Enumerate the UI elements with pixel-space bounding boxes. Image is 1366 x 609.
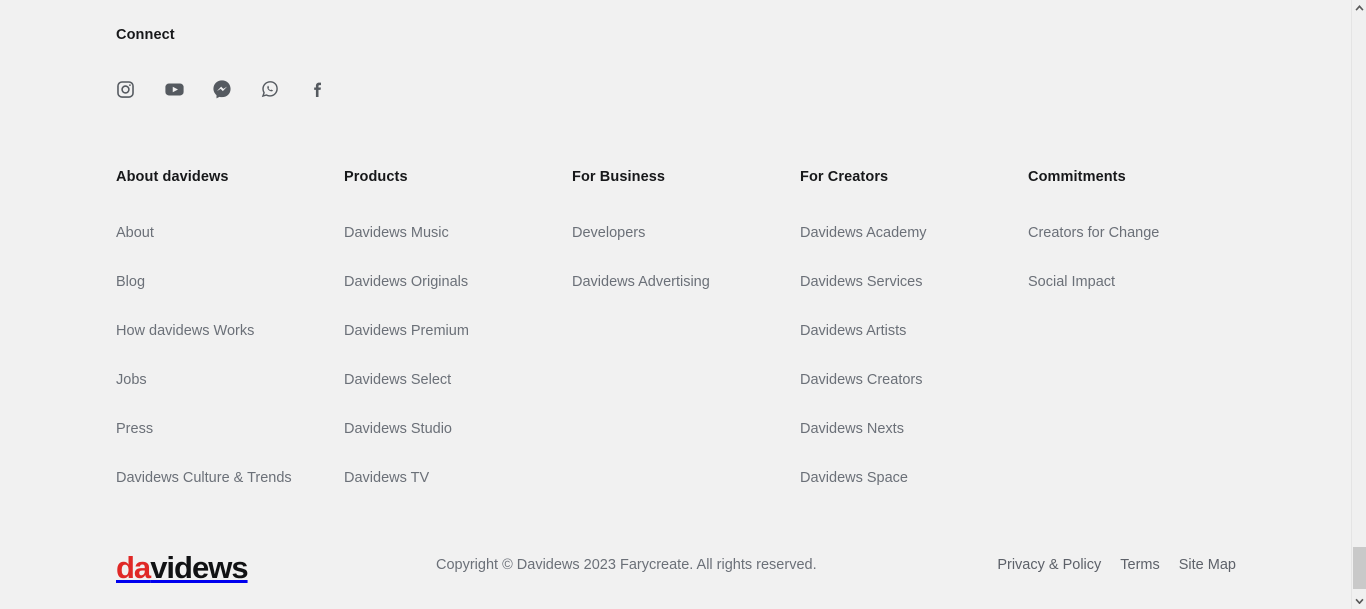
scrollbar-thumb[interactable] xyxy=(1353,547,1366,589)
footer-link-davidews-services[interactable]: Davidews Services xyxy=(800,273,1028,291)
logo-accent-text: da xyxy=(116,550,151,585)
legal-links: Privacy & Policy Terms Site Map xyxy=(997,557,1236,573)
column-title: Products xyxy=(344,169,408,185)
social-link-whatsapp[interactable] xyxy=(260,74,308,104)
footer-column-commitments: Commitments Creators for Change Social I… xyxy=(1028,168,1256,487)
footer-column-for-business: For Business Developers Davidews Adverti… xyxy=(572,168,800,487)
legal-link-site-map[interactable]: Site Map xyxy=(1179,557,1236,573)
messenger-icon xyxy=(212,79,232,99)
legal-link-privacy-policy[interactable]: Privacy & Policy xyxy=(997,557,1101,573)
footer-link-blog[interactable]: Blog xyxy=(116,273,344,291)
social-link-youtube[interactable] xyxy=(164,74,212,104)
chevron-down-icon xyxy=(1355,598,1364,604)
footer-column-about: About davidews About Blog How davidews W… xyxy=(116,168,344,487)
scroll-down-arrow-icon[interactable] xyxy=(1352,593,1366,609)
chevron-up-icon xyxy=(1355,5,1364,11)
footer-column-for-creators: For Creators Davidews Academy Davidews S… xyxy=(800,168,1028,487)
column-title: For Creators xyxy=(800,169,889,185)
page-scrollbar[interactable] xyxy=(1351,0,1366,609)
footer-link-columns: About davidews About Blog How davidews W… xyxy=(116,168,1236,487)
footer-link-culture-and-trends[interactable]: Davidews Culture & Trends xyxy=(116,469,344,487)
footer-link-press[interactable]: Press xyxy=(116,420,344,438)
legal-link-terms[interactable]: Terms xyxy=(1120,557,1159,573)
connect-heading: Connect xyxy=(116,27,175,43)
instagram-icon xyxy=(116,80,135,99)
column-title: Commitments xyxy=(1028,169,1126,185)
footer-column-products: Products Davidews Music Davidews Origina… xyxy=(344,168,572,487)
footer-link-davidews-advertising[interactable]: Davidews Advertising xyxy=(572,273,800,291)
youtube-icon xyxy=(164,79,185,100)
social-links xyxy=(116,74,356,104)
footer-link-how-davidews-works[interactable]: How davidews Works xyxy=(116,322,344,340)
copyright-text: Copyright © Davidews 2023 Farycreate. Al… xyxy=(436,557,817,573)
column-title: About davidews xyxy=(116,169,229,185)
logo-base-text: videws xyxy=(150,550,248,585)
social-link-facebook[interactable] xyxy=(308,74,356,104)
facebook-icon xyxy=(308,79,328,99)
footer-link-developers[interactable]: Developers xyxy=(572,224,800,242)
footer-link-davidews-music[interactable]: Davidews Music xyxy=(344,224,572,242)
footer-link-davidews-creators[interactable]: Davidews Creators xyxy=(800,371,1028,389)
scroll-up-arrow-icon[interactable] xyxy=(1352,0,1366,16)
footer-bottom-bar: davidews Copyright © Davidews 2023 Faryc… xyxy=(116,548,1236,588)
social-link-messenger[interactable] xyxy=(212,74,260,104)
footer-link-davidews-academy[interactable]: Davidews Academy xyxy=(800,224,1028,242)
whatsapp-icon xyxy=(260,79,280,99)
footer-link-davidews-tv[interactable]: Davidews TV xyxy=(344,469,572,487)
footer-link-davidews-artists[interactable]: Davidews Artists xyxy=(800,322,1028,340)
footer-link-about[interactable]: About xyxy=(116,224,344,242)
footer-page: Connect About davidews About Blog How da… xyxy=(0,0,1351,609)
footer-link-social-impact[interactable]: Social Impact xyxy=(1028,273,1256,291)
footer-link-davidews-studio[interactable]: Davidews Studio xyxy=(344,420,572,438)
footer-link-davidews-premium[interactable]: Davidews Premium xyxy=(344,322,572,340)
footer-link-davidews-space[interactable]: Davidews Space xyxy=(800,469,1028,487)
footer-link-creators-for-change[interactable]: Creators for Change xyxy=(1028,224,1256,242)
site-logo[interactable]: davidews xyxy=(116,550,249,585)
footer-link-davidews-select[interactable]: Davidews Select xyxy=(344,371,572,389)
social-link-instagram[interactable] xyxy=(116,74,164,104)
footer-link-jobs[interactable]: Jobs xyxy=(116,371,344,389)
footer-link-davidews-originals[interactable]: Davidews Originals xyxy=(344,273,572,291)
column-title: For Business xyxy=(572,169,666,185)
footer-link-davidews-nexts[interactable]: Davidews Nexts xyxy=(800,420,1028,438)
